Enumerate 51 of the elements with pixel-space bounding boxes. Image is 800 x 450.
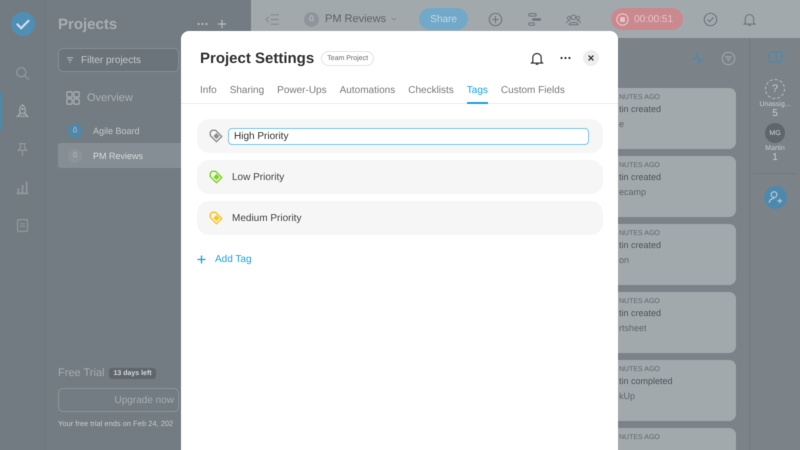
grid-icon	[66, 91, 80, 105]
project-dropdown[interactable]: PM Reviews	[304, 12, 398, 26]
check-logo-icon	[10, 12, 34, 36]
plus-icon	[197, 254, 206, 264]
activity-icon[interactable]	[691, 50, 706, 66]
activity-detail: ecamp	[619, 187, 648, 197]
tag-row[interactable]: High Priority	[197, 119, 603, 153]
settings-tab[interactable]: Tags	[466, 85, 488, 104]
add-tag-link[interactable]: Add Tag	[215, 254, 252, 264]
activity-text: tin created	[619, 308, 662, 318]
timeline-icon[interactable]	[527, 12, 542, 26]
activity-text: tin created	[619, 240, 662, 250]
settings-tab[interactable]: Power-Ups	[277, 85, 327, 104]
team-icon[interactable]	[566, 12, 582, 26]
add-circle-icon[interactable]	[488, 12, 504, 26]
task-count: 5	[772, 108, 778, 119]
add-icon[interactable]	[217, 19, 227, 29]
filter-icon	[66, 57, 74, 63]
tag-row[interactable]: Medium Priority	[197, 201, 603, 235]
check-circle-icon[interactable]	[703, 12, 718, 26]
filter-field[interactable]: Filter projects	[58, 48, 179, 72]
tag-row[interactable]: Low Priority	[197, 160, 603, 194]
close-icon	[587, 54, 595, 62]
panel-toggle-icon[interactable]	[768, 51, 782, 63]
task-count: 1	[772, 152, 778, 163]
activity-text: tin completed	[619, 376, 674, 386]
filter-circle-icon[interactable]	[721, 50, 736, 66]
dialog-title: Project Settings	[200, 50, 314, 66]
stop-icon	[616, 12, 630, 26]
tag-name: Low Priority	[232, 172, 284, 182]
settings-tab[interactable]: Info	[200, 85, 217, 104]
rocket-avatar-icon	[304, 12, 319, 26]
tag-name-input[interactable]: High Priority	[228, 128, 589, 144]
unassigned-avatar: ?	[765, 79, 785, 99]
settings-tab[interactable]: Custom Fields	[500, 85, 565, 104]
collapse-icon[interactable]	[265, 12, 280, 26]
settings-tab[interactable]: Automations	[340, 85, 396, 104]
tag-name: Medium Priority	[232, 212, 302, 224]
activity-detail: rtsheet	[619, 323, 648, 333]
activity-detail: e	[619, 119, 626, 129]
project-item[interactable]: Agile Board	[58, 118, 194, 143]
more-icon[interactable]	[560, 56, 571, 60]
add-person-icon[interactable]	[764, 186, 786, 209]
settings-tab[interactable]: Sharing	[230, 85, 264, 104]
close-button[interactable]	[583, 50, 599, 66]
bell-icon[interactable]	[530, 50, 544, 66]
activity-detail: on	[619, 255, 630, 265]
activity-text: tin created	[619, 172, 662, 182]
activity-detail: kUp	[619, 391, 636, 401]
activity-text: tin created	[619, 104, 662, 114]
settings-tab[interactable]: Checklists	[408, 85, 454, 104]
